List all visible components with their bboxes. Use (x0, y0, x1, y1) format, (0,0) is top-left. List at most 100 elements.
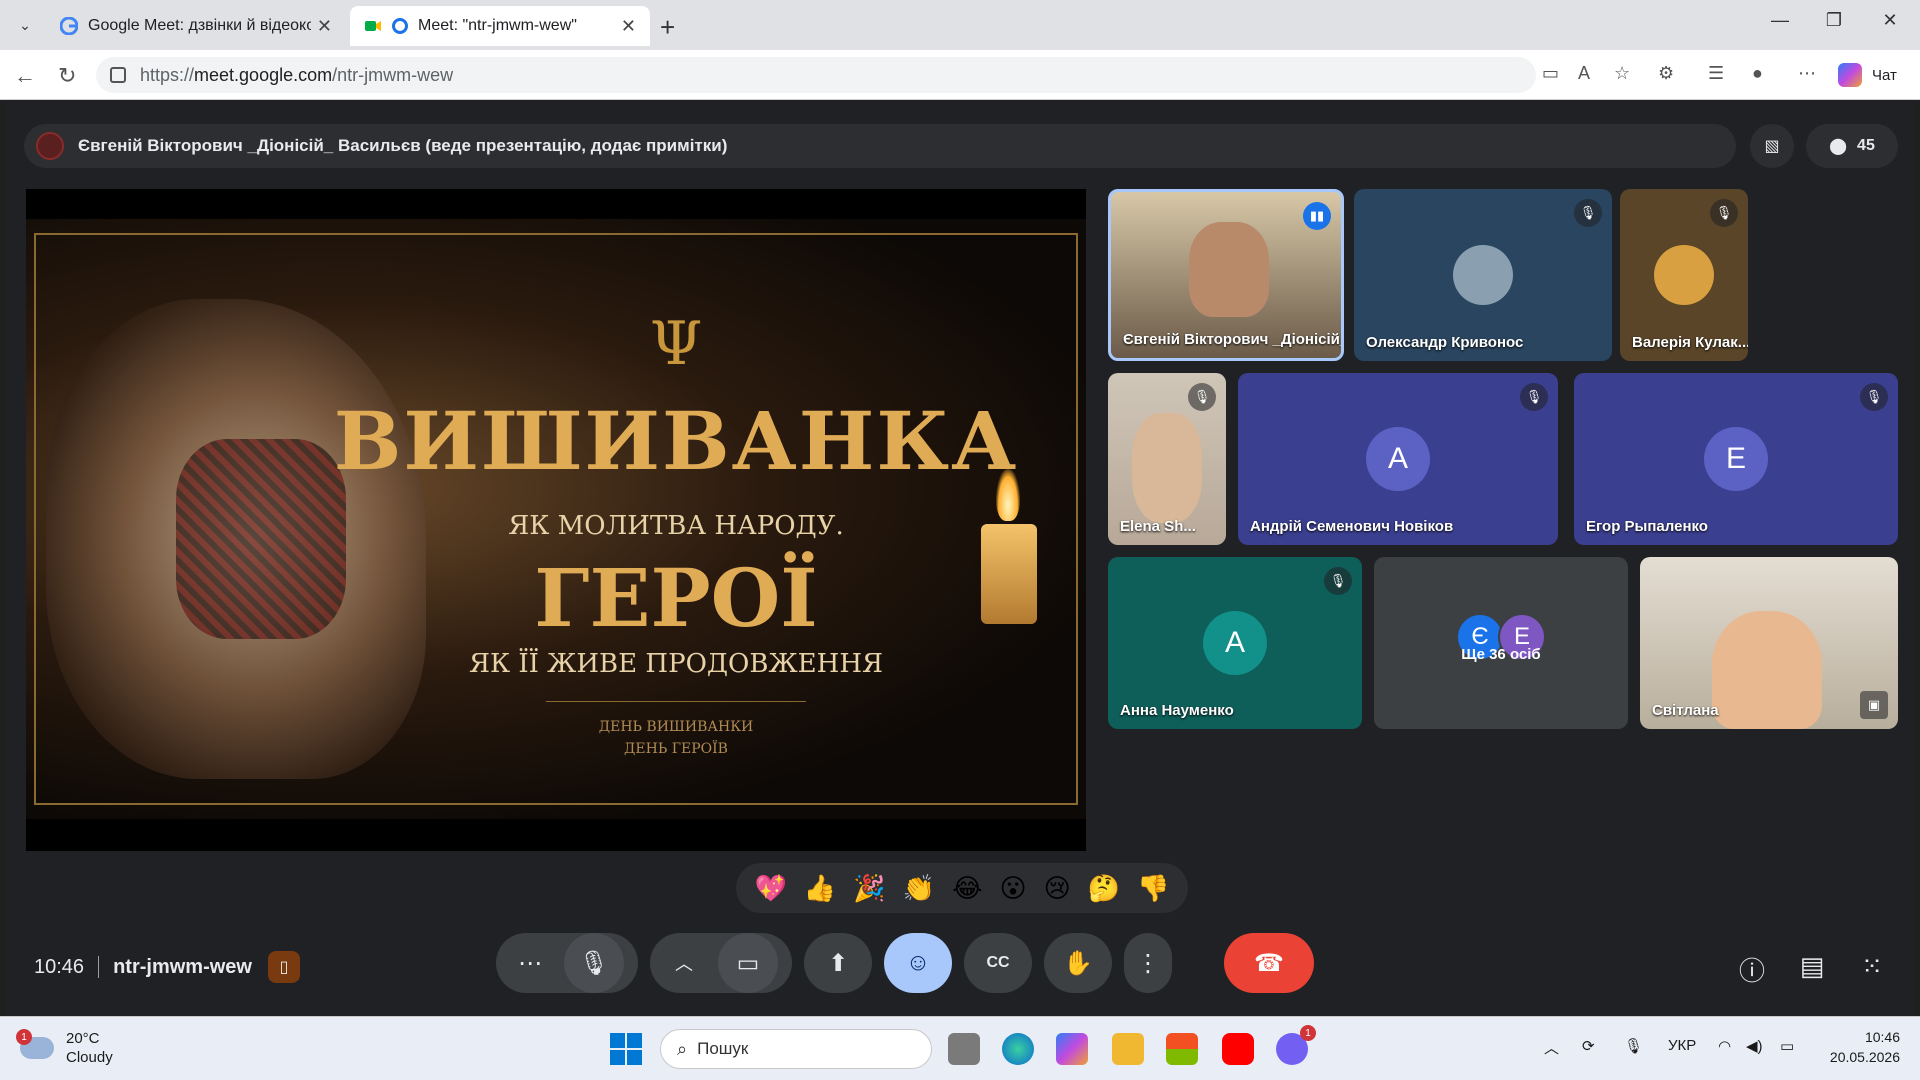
taskbar-clock[interactable]: 10:46 20.05.2026 (1820, 1027, 1900, 1067)
more-options-button[interactable]: ⋮ (1124, 933, 1172, 993)
reaction-laughing[interactable]: 😂 (952, 873, 982, 904)
reaction-party-popper[interactable]: 🎉 (853, 873, 885, 904)
tab-actions-menu-button[interactable]: ⌄ (10, 12, 40, 38)
read-aloud-icon[interactable]: A (1578, 63, 1590, 84)
new-tab-button[interactable]: + (660, 12, 675, 43)
reload-icon[interactable]: ↻ (58, 63, 76, 89)
edge-icon[interactable] (1002, 1033, 1034, 1065)
search-icon: ⌕ (677, 1038, 688, 1059)
participant-avatar (1654, 245, 1714, 305)
weather-widget[interactable]: 1 20°C Cloudy (16, 1029, 113, 1067)
address-bar[interactable]: https:// meet.google.com /ntr-jmwm-wew (96, 57, 1536, 93)
tab-meet-call[interactable]: Meet: "ntr-jmwm-wew" ✕ (350, 6, 650, 46)
start-icon[interactable] (610, 1033, 642, 1065)
captions-off-icon[interactable]: ▧ (1750, 124, 1794, 168)
address-toolbar: ← ↻ https:// meet.google.com /ntr-jmwm-w… (0, 50, 1920, 100)
camera-icon[interactable]: ▭ (718, 933, 778, 993)
taskbar-search[interactable]: ⌕ Пошук (660, 1029, 932, 1069)
minimize-icon[interactable]: — (1760, 10, 1800, 31)
sync-icon[interactable]: ⟳ (1582, 1037, 1595, 1055)
presenter-banner-text: Євгеній Вікторович _Діонісій_ Васильєв (… (78, 136, 728, 155)
raise-hand-button[interactable]: ✋ (1044, 933, 1112, 993)
reactions-button[interactable]: ☺ (884, 933, 952, 993)
participant-letter-avatar: А (1203, 611, 1267, 675)
reaction-clapping[interactable]: 👏 (903, 873, 935, 904)
reaction-sparkling-heart[interactable]: 💖 (755, 873, 787, 904)
reaction-thumbs-down[interactable]: 👎 (1137, 873, 1169, 904)
participant-tile[interactable]: А 🎙 Андрій Семенович Новіков (1238, 373, 1558, 545)
chevron-up-icon[interactable]: ︿ (664, 950, 704, 976)
volume-icon[interactable]: ◀) (1746, 1037, 1763, 1055)
close-tab-icon[interactable]: ✕ (621, 16, 636, 37)
mic-off-icon: 🎙 (1574, 199, 1602, 227)
extensions-icon[interactable]: ⚙ (1658, 63, 1674, 84)
copilot-app-icon[interactable] (1056, 1033, 1088, 1065)
copilot-chat-button[interactable]: Чат (1838, 63, 1897, 87)
slide-trident: Ψ (649, 309, 703, 379)
participant-name: Валерія Кулак... (1632, 334, 1748, 351)
mic-icon[interactable]: 🎙 (564, 933, 624, 993)
slide-candle (981, 524, 1037, 624)
mic-off-icon: 🎙 (1324, 567, 1352, 595)
windows-taskbar: 1 20°C Cloudy ⌕ Пошук 1 ︿ ⟳ 🎙 УКР ◠ ◀) ▭… (0, 1016, 1920, 1080)
host-controls-icon[interactable]: ▯ (267, 951, 300, 983)
close-window-icon[interactable]: ✕ (1870, 10, 1910, 31)
chat-icon[interactable]: ▤ (1792, 951, 1832, 982)
browser-tab-bar: ⌄ Google Meet: дзвінки й відеоконф ✕ Mee… (0, 0, 1920, 50)
input-language[interactable]: УКР (1668, 1037, 1696, 1054)
mic-off-icon: 🎙 (1520, 383, 1548, 411)
battery-icon[interactable]: ▭ (1780, 1037, 1794, 1055)
weather-temperature: 20°C (66, 1030, 100, 1047)
participants-count-button[interactable]: ⬤ 45 (1806, 124, 1898, 168)
more-participants-tile[interactable]: Є Е Ще 36 осіб (1374, 557, 1628, 729)
activities-icon[interactable]: ⁙ (1852, 951, 1892, 982)
store-icon[interactable] (1166, 1033, 1198, 1065)
close-tab-icon[interactable]: ✕ (317, 16, 332, 37)
hang-up-icon: ☎ (1254, 949, 1284, 977)
participant-tile[interactable]: 🎙 Elena Sh... (1108, 373, 1226, 545)
task-view-icon[interactable] (948, 1033, 980, 1065)
more-vertical-icon: ⋮ (1136, 949, 1160, 977)
clock-date: 20.05.2026 (1829, 1049, 1900, 1065)
tab-google-meet[interactable]: Google Meet: дзвінки й відеоконф ✕ (46, 6, 346, 46)
reaction-thinking[interactable]: 🤔 (1088, 873, 1120, 904)
favorites-list-icon[interactable]: ☰ (1708, 63, 1724, 84)
file-explorer-icon[interactable] (1112, 1033, 1144, 1065)
more-menu-icon[interactable]: ⋯ (1798, 63, 1816, 84)
reaction-thumbs-up[interactable]: 👍 (804, 873, 836, 904)
participant-letter-avatar: Е (1704, 427, 1768, 491)
favorite-star-icon[interactable]: ☆ (1614, 63, 1630, 84)
site-info-icon[interactable] (110, 67, 126, 83)
google-icon (60, 17, 78, 35)
mic-off-icon: 🎙 (1860, 383, 1888, 411)
cloud-icon: 1 (16, 1029, 54, 1059)
reaction-surprised[interactable]: 😮 (999, 873, 1026, 904)
participant-tile[interactable]: ▣ Світлана (1640, 557, 1898, 729)
participant-tile[interactable]: А 🎙 Анна Науменко (1108, 557, 1362, 729)
tray-overflow-icon[interactable]: ︿ (1544, 1037, 1559, 1058)
youtube-icon[interactable] (1222, 1033, 1254, 1065)
participant-tile[interactable]: Е 🎙 Егор Рыпаленко (1574, 373, 1898, 545)
meeting-details-icon[interactable]: ⓘ (1732, 951, 1772, 988)
participant-tile[interactable]: 🎙 Валерія Кулак... (1620, 189, 1748, 361)
audio-options-icon[interactable]: ⋯ (510, 949, 550, 978)
hand-icon: ✋ (1063, 949, 1093, 977)
profile-avatar-icon[interactable]: ● (1752, 63, 1763, 84)
present-screen-button[interactable]: ⬆ (804, 933, 872, 993)
wifi-icon[interactable]: ◠ (1718, 1037, 1731, 1055)
captions-button[interactable]: CC (964, 933, 1032, 993)
participant-tile[interactable]: 🎙 Олександр Кривонос (1354, 189, 1612, 361)
participant-tile[interactable]: ▮▮ Євгеній Вікторович _Діонісій_ Ва... (1108, 189, 1344, 361)
viber-icon[interactable]: 1 (1276, 1025, 1316, 1065)
slide-title-2: ГЕРОЇ (534, 551, 818, 645)
end-call-button[interactable]: ☎ (1224, 933, 1314, 993)
picture-in-picture-icon[interactable]: ▣ (1860, 691, 1888, 719)
restore-icon[interactable]: ❐ (1814, 10, 1854, 31)
meeting-info: 10:46 ntr-jmwm-wew ▯ (34, 951, 300, 983)
more-participants-label: Ще 36 осіб (1461, 646, 1541, 663)
tab-title: Google Meet: дзвінки й відеоконф (88, 17, 311, 34)
camera-in-use-icon[interactable]: ▭ (1542, 63, 1559, 84)
back-icon[interactable]: ← (14, 63, 36, 89)
reaction-crying[interactable]: 😢 (1044, 873, 1071, 904)
microphone-tray-icon[interactable]: 🎙 (1624, 1037, 1643, 1055)
